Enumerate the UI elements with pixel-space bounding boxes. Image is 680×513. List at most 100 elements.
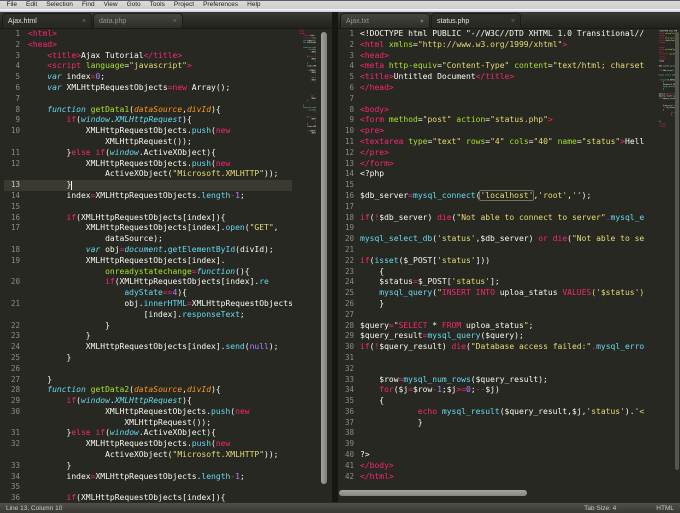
code-line[interactable]: 33 $row=mysql_num_rows($query_result); (342, 375, 650, 386)
dirty-indicator-icon[interactable]: ● (420, 18, 424, 25)
code-line[interactable]: 13 } (4, 180, 292, 191)
menu-item-help[interactable]: Help (243, 1, 265, 9)
right-vertical-scrollbar[interactable] (675, 32, 679, 470)
right-horizontal-scrollbar[interactable] (339, 490, 527, 496)
code-line[interactable]: 31 }else if(window.ActiveXObject){ (4, 428, 292, 439)
left-minimap[interactable]: 1<html>2<head>3 <title>Ajax Tutorial</ti… (293, 30, 316, 488)
tab-size-selector[interactable]: Tab Size: 4 (584, 505, 616, 512)
code-line[interactable]: 28$query="SELECT * FROM uploa_status"; (342, 321, 650, 332)
code-line[interactable]: 7 (342, 94, 650, 105)
syntax-selector[interactable]: HTML (656, 505, 674, 512)
code-line[interactable]: 12</pre> (342, 148, 650, 159)
menu-item-tools[interactable]: Tools (145, 1, 169, 9)
code-line[interactable]: 40?> (342, 450, 650, 461)
close-icon[interactable]: × (173, 18, 177, 25)
code-line[interactable]: 21 (342, 245, 650, 256)
code-line[interactable]: 37 } (342, 418, 650, 429)
code-line[interactable]: 12 XMLHttpRequestObjects.push(new (4, 159, 292, 170)
menu-item-goto[interactable]: Goto (122, 1, 145, 9)
menu-item-find[interactable]: Find (77, 1, 99, 9)
code-line[interactable]: 14<?php (342, 169, 650, 180)
code-line[interactable]: 35 { (342, 396, 650, 407)
code-line[interactable]: 1<html> (4, 29, 292, 40)
code-line[interactable]: 30if(!$query_result) die("Database acces… (655, 97, 677, 99)
code-line[interactable]: 30if(!$query_result) die("Database acces… (342, 342, 650, 353)
tab-ajax-txt[interactable]: Ajax.txt● (340, 13, 430, 28)
code-line[interactable]: 2<html xmlns="http://www.w3.org/1999/xht… (342, 40, 650, 51)
code-line[interactable]: 37 XMLHttpRequestObjects[index].open("GE… (294, 132, 316, 134)
menu-item-edit[interactable]: Edit (21, 1, 41, 9)
code-line[interactable]: 41</body> (342, 461, 650, 472)
code-line[interactable]: 5 var index=0; (4, 72, 292, 83)
code-line[interactable]: 19 (342, 223, 650, 234)
code-line[interactable]: 26 } (342, 299, 650, 310)
code-line[interactable]: 26 (4, 364, 292, 375)
code-line[interactable]: 5<title>Untitled Document</title> (342, 72, 650, 83)
code-line[interactable]: 25 } (4, 353, 292, 364)
code-line[interactable]: 15 (342, 180, 650, 191)
left-vertical-scrollbar[interactable] (321, 32, 327, 484)
code-line[interactable]: 24 $status=$_POST['status']; (342, 277, 650, 288)
code-line[interactable]: 2<head> (4, 40, 292, 51)
code-line[interactable]: 36 if(XMLHttpRequestObjects[index]){ (4, 493, 292, 502)
code-line[interactable]: 34 index=XMLHttpRequestObjects.length-1; (4, 472, 292, 483)
code-line[interactable]: 3 <title>Ajax Tutorial</title> (4, 51, 292, 62)
code-line[interactable]: XMLHttpRequest()); (4, 137, 292, 148)
code-line[interactable]: 29 if(window.XMLHttpRequest){ (4, 396, 292, 407)
code-line[interactable]: 38 (342, 428, 650, 439)
code-line[interactable]: 23 { (342, 267, 650, 278)
code-line[interactable]: 20 if(XMLHttpRequestObjects[index].re (4, 277, 292, 288)
code-line[interactable]: 27 (342, 310, 650, 321)
code-line[interactable]: 18if(!$db_server) die("Not able to conne… (655, 69, 677, 71)
code-line[interactable]: 32 XMLHttpRequestObjects.push(new (4, 439, 292, 450)
code-line[interactable]: 10 XMLHttpRequestObjects.push(new (4, 126, 292, 137)
code-line[interactable]: 16$db_server=mysql_connect('localhost','… (342, 191, 650, 202)
code-line[interactable]: 29$query_result=mysql_query($query); (342, 331, 650, 342)
close-icon[interactable]: × (511, 18, 515, 25)
code-line[interactable]: 18if(!$db_server) die("Not able to conne… (342, 213, 650, 224)
right-minimap[interactable]: 1<!DOCTYPE html PUBLIC "-//W3C//DTD XHTM… (654, 30, 677, 488)
left-code-area[interactable]: 1<html>2<head>3 <title>Ajax Tutorial</ti… (293, 30, 316, 134)
code-line[interactable]: 15 (4, 202, 292, 213)
menu-item-view[interactable]: View (99, 1, 122, 9)
code-line[interactable]: 18 var obj=document.getElementById(divId… (4, 245, 292, 256)
code-line[interactable]: 6 var XMLHttpRequestObjects=new Array(); (4, 83, 292, 94)
tab-data-php[interactable]: data.php× (93, 13, 183, 28)
menu-item-file[interactable]: File (2, 1, 21, 9)
code-line[interactable]: 11 }else if(window.ActiveXObject){ (4, 148, 292, 159)
code-line[interactable]: 19 XMLHttpRequestObjects[index]. (4, 256, 292, 267)
code-line[interactable]: ActiveXObject("Microsoft.XMLHTTP")); (4, 450, 292, 461)
code-line[interactable]: 11<textarea type="text" rows="4" cols="4… (342, 137, 650, 148)
code-line[interactable]: 10<pre> (342, 126, 650, 137)
left-code-area[interactable]: 1<html>2<head>3 <title>Ajax Tutorial</ti… (0, 29, 292, 502)
code-line[interactable]: 42</html> (655, 125, 677, 127)
code-line[interactable]: 6</head> (342, 83, 650, 94)
code-line[interactable]: 36 echo mysql_result($query_result,$j,'s… (342, 407, 650, 418)
code-line[interactable]: 31 (342, 353, 650, 364)
right-editor[interactable]: 1<!DOCTYPE html PUBLIC "-//W3C//DTD XHTM… (338, 29, 680, 502)
code-line[interactable]: 42</html> (342, 472, 650, 483)
code-line[interactable]: 32 (342, 364, 650, 375)
code-line[interactable]: 27 } (4, 375, 292, 386)
code-line[interactable]: ActiveXObject("Microsoft.XMLHTTP")); (4, 169, 292, 180)
code-line[interactable]: 9 if(window.XMLHttpRequest){ (4, 115, 292, 126)
code-line[interactable]: 34 for($j=$row-1;$j>=0;--$j) (342, 385, 650, 396)
right-code-area[interactable]: 1<!DOCTYPE html PUBLIC "-//W3C//DTD XHTM… (338, 29, 650, 502)
code-line[interactable]: 33 } (4, 461, 292, 472)
code-line[interactable]: 17 XMLHttpRequestObjects[index].open("GE… (4, 223, 292, 234)
code-line[interactable]: 22if(isset($_POST['status'])) (342, 256, 650, 267)
code-line[interactable]: onreadystatechange=function(){ (4, 267, 292, 278)
code-line[interactable]: 14 index=XMLHttpRequestObjects.length-1; (4, 191, 292, 202)
code-line[interactable]: 17 (342, 202, 650, 213)
code-line[interactable]: 24 XMLHttpRequestObjects[index].send(nul… (4, 342, 292, 353)
code-line[interactable]: 22 } (4, 321, 292, 332)
code-line[interactable]: 8<body> (342, 105, 650, 116)
code-line[interactable]: 25 mysql_query("INSERT INTO uploa_status… (342, 288, 650, 299)
code-line[interactable]: 4 <script language="javascript"> (4, 61, 292, 72)
code-line[interactable]: 28 function getData2(dataSource,divId){ (4, 385, 292, 396)
left-editor[interactable]: 1<html>2<head>3 <title>Ajax Tutorial</ti… (0, 29, 332, 502)
code-line[interactable]: 39 (342, 439, 650, 450)
close-icon[interactable]: × (82, 18, 86, 25)
right-code-area[interactable]: 1<!DOCTYPE html PUBLIC "-//W3C//DTD XHTM… (654, 30, 677, 127)
code-line[interactable]: 20mysql_select_db('status',$db_server) o… (655, 74, 677, 76)
